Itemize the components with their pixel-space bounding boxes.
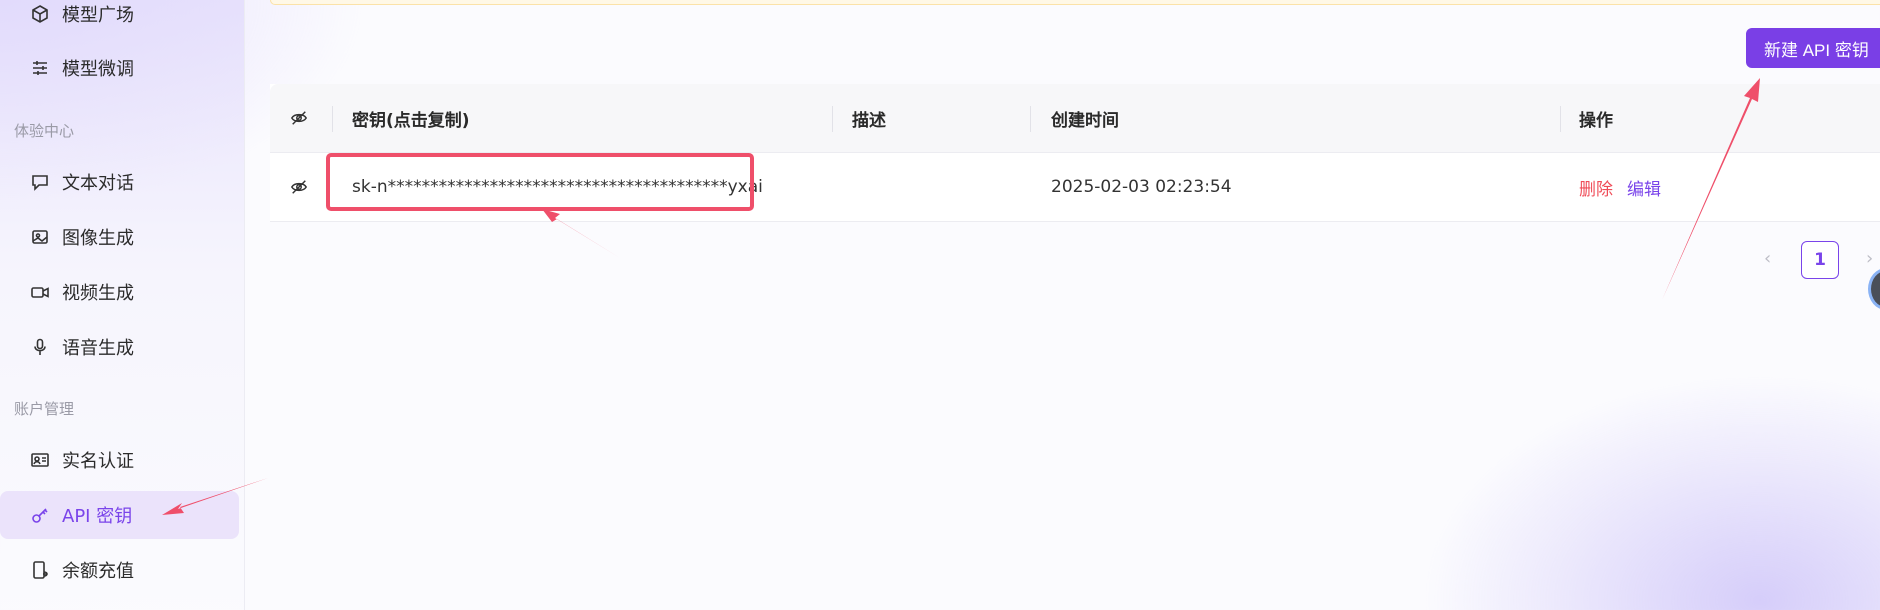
- annotation-arrow-sidebar: [162, 478, 268, 515]
- annotation-arrow-key: [542, 209, 620, 258]
- annotation-arrow-button: [1662, 78, 1760, 300]
- annotation-arrows: [162, 78, 1760, 515]
